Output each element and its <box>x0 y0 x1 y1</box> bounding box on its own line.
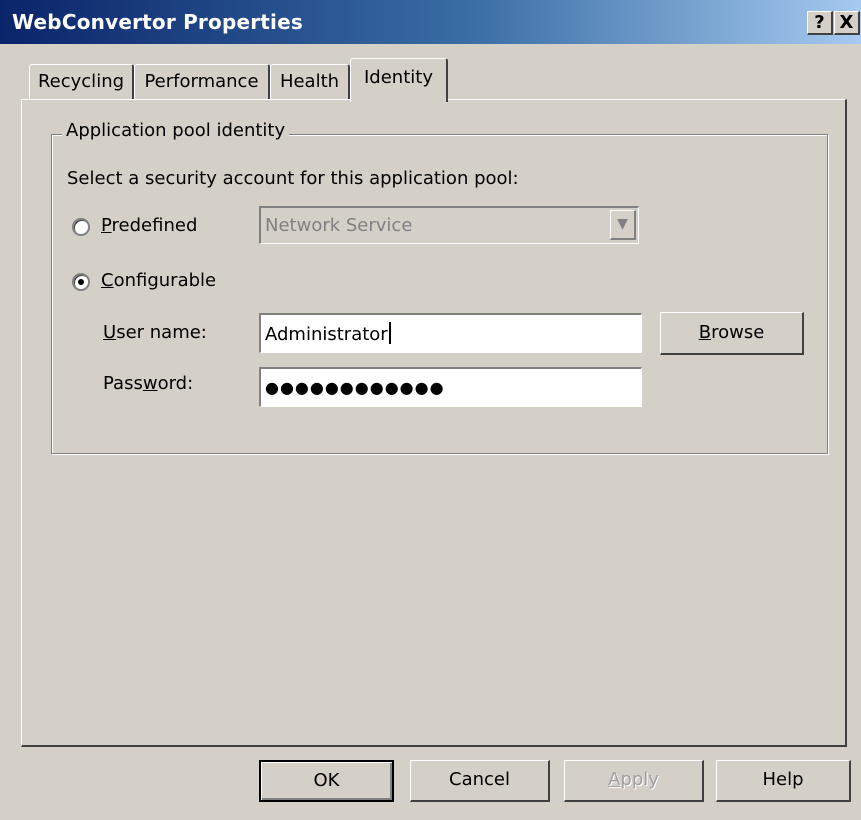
username-value: Administrator <box>265 324 388 345</box>
title-bar[interactable]: WebConvertor Properties ? X <box>0 0 861 44</box>
predefined-account-dropdown[interactable]: Network Service ▼ <box>259 206 639 244</box>
instruction-text: Select a security account for this appli… <box>67 168 519 189</box>
tab-label: Recycling <box>37 71 125 92</box>
group-title: Application pool identity <box>62 120 290 141</box>
dropdown-value: Network Service <box>265 215 413 236</box>
help-button[interactable]: Help <box>716 760 851 802</box>
configurable-label[interactable]: Configurable <box>101 270 216 291</box>
tab-health[interactable]: Health <box>270 64 350 100</box>
radio-selected-dot <box>78 279 84 285</box>
predefined-label[interactable]: Predefined <box>101 215 197 236</box>
properties-dialog: WebConvertor Properties ? X Recycling Pe… <box>0 0 861 820</box>
username-input[interactable]: Administrator <box>259 313 642 353</box>
apply-button[interactable]: Apply <box>564 760 704 802</box>
close-icon: X <box>839 12 854 33</box>
question-mark-icon: ? <box>814 12 825 33</box>
tab-performance[interactable]: Performance <box>134 64 270 100</box>
chevron-down-icon: ▼ <box>617 216 628 232</box>
cancel-button[interactable]: Cancel <box>410 760 550 802</box>
tab-recycling[interactable]: Recycling <box>29 64 134 100</box>
dropdown-arrow-button[interactable]: ▼ <box>610 210 636 240</box>
tab-label: Identity <box>364 67 433 88</box>
password-input[interactable]: ●●●●●●●●●●●● <box>259 367 642 407</box>
username-label: User name: <box>103 322 207 343</box>
help-caption-button[interactable]: ? <box>807 11 833 35</box>
ok-button[interactable]: OK <box>259 760 394 802</box>
configurable-radio[interactable] <box>72 273 90 291</box>
browse-button[interactable]: Browse <box>660 312 804 355</box>
tab-label: Health <box>279 71 340 92</box>
password-masked-value: ●●●●●●●●●●●● <box>265 378 445 397</box>
password-label: Password: <box>103 373 194 394</box>
predefined-radio[interactable] <box>72 218 90 236</box>
text-caret <box>388 322 391 344</box>
close-button[interactable]: X <box>834 11 860 35</box>
window-title: WebConvertor Properties <box>12 10 303 34</box>
tab-identity[interactable]: Identity <box>350 58 448 102</box>
tab-label: Performance <box>144 71 259 92</box>
